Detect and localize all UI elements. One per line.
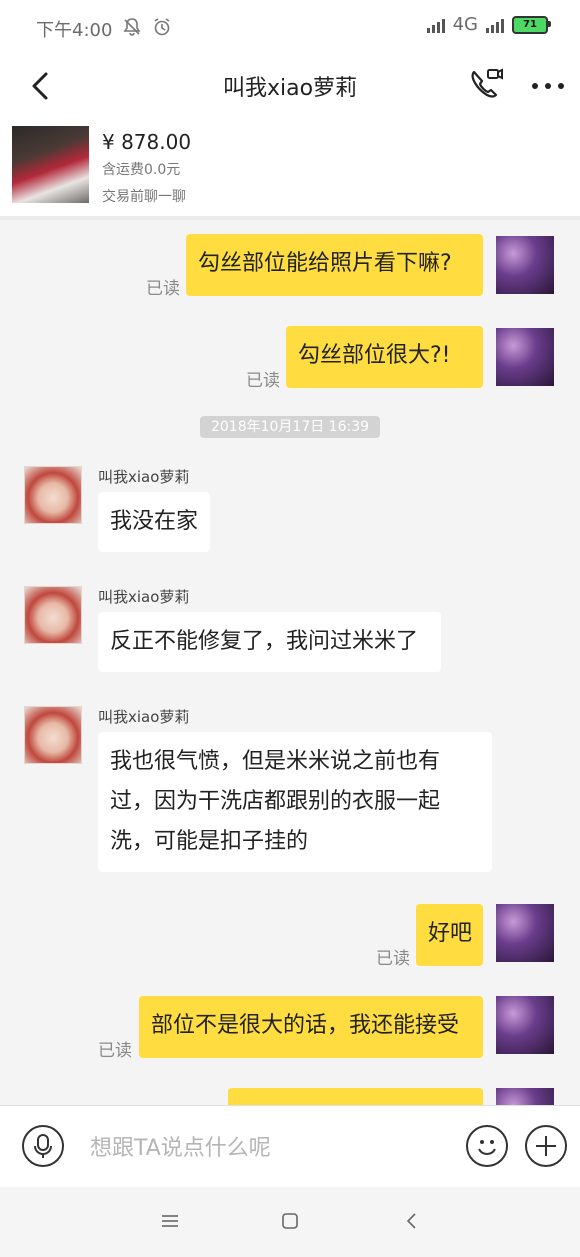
contact-avatar[interactable] <box>24 466 82 524</box>
product-card[interactable]: ¥ 878.00 含运费0.0元 交易前聊一聊 <box>0 116 580 220</box>
bell-mute-icon <box>122 17 142 42</box>
product-image[interactable] <box>12 126 89 203</box>
video-call-button[interactable] <box>466 64 506 104</box>
message-input[interactable] <box>88 1128 452 1168</box>
system-nav-bar <box>0 1187 580 1257</box>
read-status: 已读 <box>98 1041 132 1061</box>
sender-name: 叫我xiao萝莉 <box>98 708 190 726</box>
signal-icon-2 <box>486 17 504 33</box>
sender-name: 叫我xiao萝莉 <box>98 588 190 606</box>
message-bubble-other[interactable]: 反正不能修复了，我问过米米了 <box>98 612 441 672</box>
battery-icon: 71 <box>512 15 551 34</box>
add-button[interactable] <box>525 1125 567 1167</box>
message-line: 过，因为干洗店都跟别的衣服一起 <box>110 789 441 814</box>
message-line: 洗，可能是扣子挂的 <box>110 829 309 854</box>
microphone-icon <box>34 1134 52 1158</box>
menu-icon <box>162 1215 178 1227</box>
my-avatar[interactable] <box>496 904 554 962</box>
message-list[interactable]: 已读 勾丝部位能给照片看下嘛? 已读 勾丝部位很大?! 2018年10月17日 … <box>0 220 580 1105</box>
shipping-info: 含运费0.0元 <box>102 162 181 178</box>
video-call-icon <box>471 68 503 98</box>
signal-icon <box>426 17 445 33</box>
sender-name: 叫我xiao萝莉 <box>98 468 190 486</box>
read-status: 已读 <box>246 371 280 391</box>
message-bubble-other[interactable]: 我也很气愤，但是米米说之前也有 过，因为干洗店都跟别的衣服一起 洗，可能是扣子挂… <box>98 732 492 872</box>
my-avatar[interactable] <box>496 236 554 294</box>
square-icon <box>282 1213 298 1229</box>
input-bar <box>0 1105 580 1188</box>
message-bubble-mine[interactable]: 好吧 <box>416 904 483 966</box>
message-bubble-mine[interactable]: 部位不是很大的话，我还能接受 <box>139 996 483 1058</box>
message-bubble-mine[interactable]: 勾丝部位很大?! <box>286 326 483 388</box>
chat-screen: 下午4:00 4G 71 叫我xiao萝莉 ¥ 878.00 含运费0.0元 交… <box>0 0 580 1257</box>
status-time: 下午4:00 <box>36 20 113 41</box>
network-type: 4G <box>452 14 478 35</box>
my-avatar[interactable] <box>496 328 554 386</box>
message-bubble-other[interactable]: 我没在家 <box>98 492 210 552</box>
system-back-button[interactable] <box>402 1211 422 1231</box>
chat-hint: 交易前聊一聊 <box>102 189 186 205</box>
home-button[interactable] <box>280 1211 300 1231</box>
message-bubble-mine[interactable]: 勾丝部位能给照片看下嘛? <box>186 234 483 296</box>
plus-icon <box>536 1136 556 1156</box>
more-icon <box>532 83 564 89</box>
chevron-left-icon <box>406 1213 416 1229</box>
my-avatar[interactable] <box>496 996 554 1054</box>
timestamp-badge: 2018年10月17日 16:39 <box>200 416 380 438</box>
battery-level: 71 <box>523 19 537 30</box>
my-avatar[interactable] <box>496 1088 554 1105</box>
read-status: 已读 <box>376 949 410 969</box>
read-status: 已读 <box>146 279 180 299</box>
product-price: ¥ 878.00 <box>102 130 192 154</box>
contact-avatar[interactable] <box>24 586 82 644</box>
contact-avatar[interactable] <box>24 706 82 764</box>
more-button[interactable] <box>528 68 568 104</box>
voice-button[interactable] <box>22 1125 64 1167</box>
emoji-button[interactable] <box>466 1125 508 1167</box>
message-line: 我也很气愤，但是米米说之前也有 <box>110 749 441 774</box>
chat-header: 叫我xiao萝莉 <box>0 56 580 116</box>
alarm-icon <box>152 17 172 42</box>
message-bubble-mine[interactable] <box>228 1088 483 1105</box>
status-bar: 下午4:00 4G 71 <box>0 0 580 56</box>
recent-apps-button[interactable] <box>160 1211 180 1231</box>
emoji-icon <box>478 1140 496 1156</box>
